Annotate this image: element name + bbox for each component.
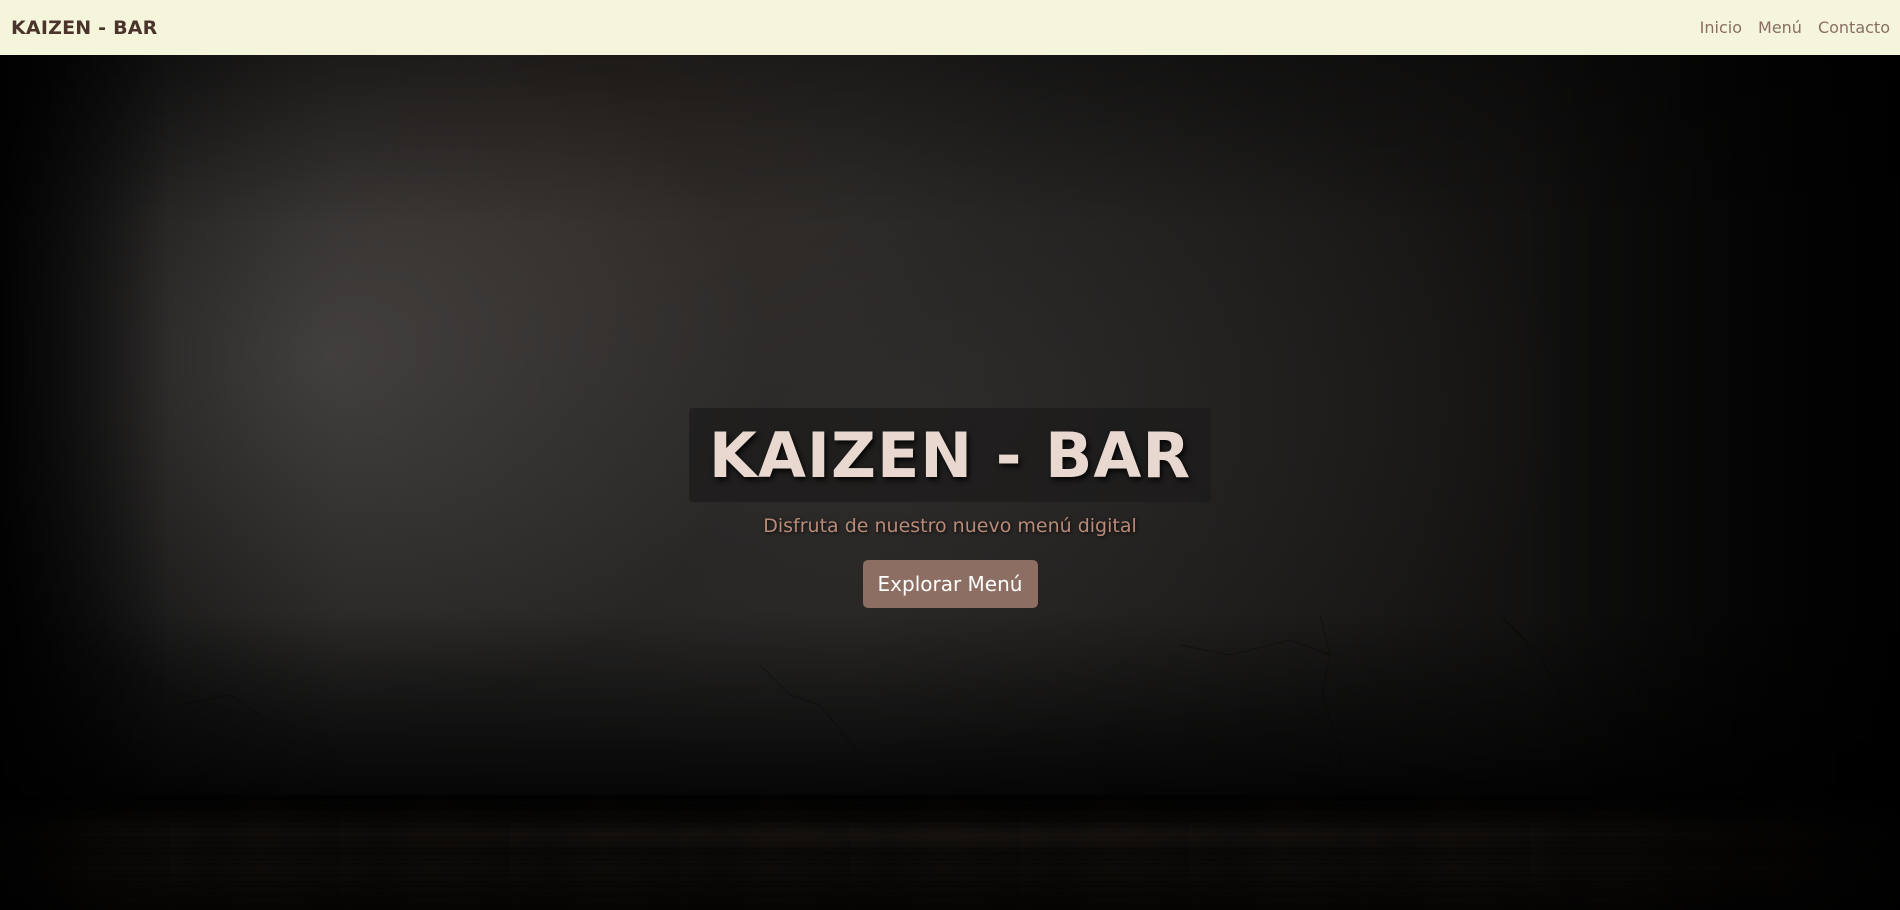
hero-section: KAIZEN - BAR Disfruta de nuestro nuevo m…	[0, 55, 1900, 910]
wood-floor-background	[0, 795, 1900, 910]
hero-subtitle: Disfruta de nuestro nuevo menú digital	[763, 515, 1137, 537]
explore-menu-button[interactable]: Explorar Menú	[862, 560, 1038, 608]
hero-title: KAIZEN - BAR	[708, 419, 1192, 492]
nav-link-menu[interactable]: Menú	[1758, 18, 1802, 37]
nav-link-contacto[interactable]: Contacto	[1818, 18, 1890, 37]
navbar: KAIZEN - BAR Inicio Menú Contacto	[0, 0, 1900, 55]
hero-content: KAIZEN - BAR Disfruta de nuestro nuevo m…	[0, 408, 1900, 608]
nav-links: Inicio Menú Contacto	[1700, 18, 1890, 37]
hero-title-box: KAIZEN - BAR	[688, 408, 1212, 502]
nav-link-inicio[interactable]: Inicio	[1700, 18, 1742, 37]
brand-logo-link[interactable]: KAIZEN - BAR	[11, 17, 158, 39]
